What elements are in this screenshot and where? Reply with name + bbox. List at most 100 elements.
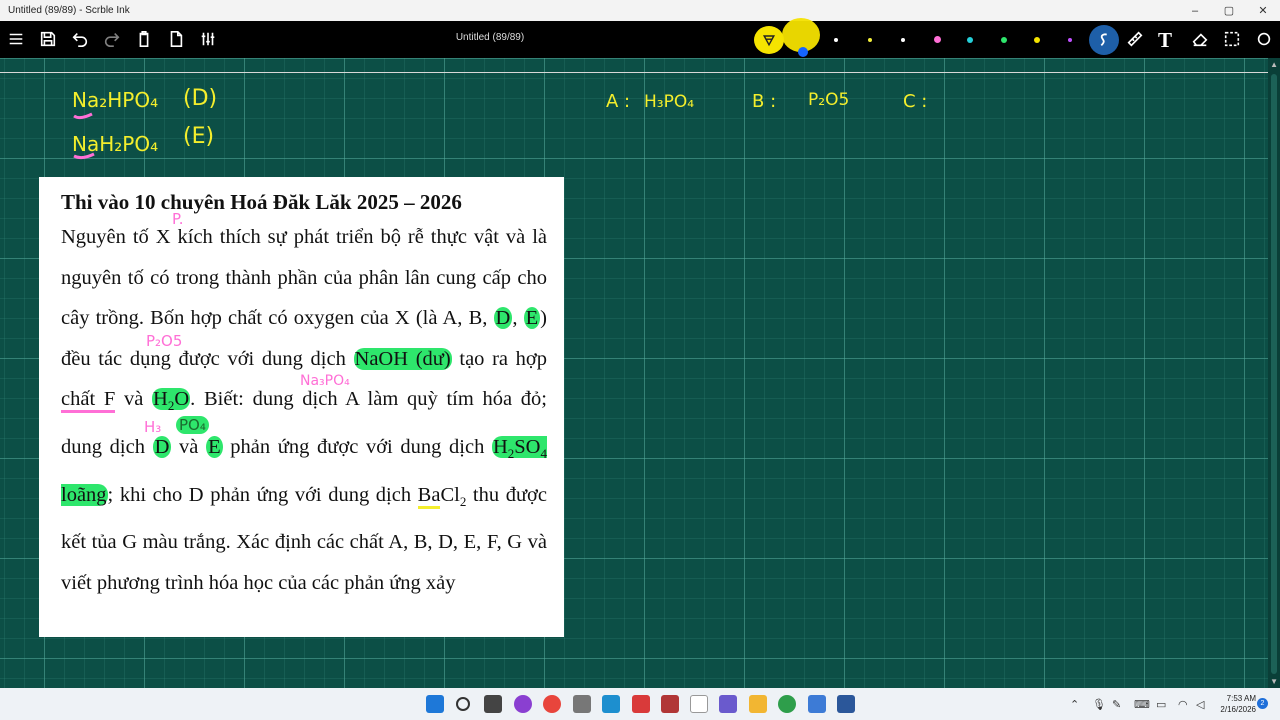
- question-text: và: [115, 388, 153, 411]
- highlight-chat-f: chất F: [61, 388, 116, 414]
- window-title: Untitled (89/89) - Scrble Ink: [8, 5, 130, 16]
- clock[interactable]: 7:53 AM 2/16/2026: [1210, 693, 1256, 715]
- handwritten-h3-note: H₃: [144, 418, 162, 436]
- pen-color-pink[interactable]: [934, 36, 941, 43]
- pen-tool-button[interactable]: [1089, 25, 1119, 55]
- eraser-icon[interactable]: [1190, 29, 1210, 49]
- volume-icon[interactable]: ◁: [1196, 698, 1204, 711]
- scroll-up-arrow-icon[interactable]: ▲: [1270, 60, 1278, 69]
- app-icon-3[interactable]: [632, 695, 650, 713]
- question-card: Thi vào 10 chuyên Hoá Đăk Lăk 2025 – 202…: [39, 177, 564, 637]
- maximize-button[interactable]: ▢: [1212, 4, 1246, 17]
- question-text: và: [171, 436, 207, 459]
- pen-color-yellow[interactable]: [1034, 37, 1040, 43]
- app-icon-2[interactable]: [573, 695, 591, 713]
- keyboard-icon[interactable]: ⌨: [1134, 698, 1150, 711]
- app-icon-1[interactable]: [514, 695, 532, 713]
- pen-color-cyan[interactable]: [967, 37, 973, 43]
- search-icon[interactable]: [456, 697, 470, 711]
- word-icon[interactable]: [837, 695, 855, 713]
- start-icon[interactable]: [426, 695, 444, 713]
- paste-icon[interactable]: [134, 29, 154, 49]
- highlight-naoh: NaOH (dư): [353, 347, 452, 370]
- save-icon[interactable]: [38, 29, 58, 49]
- task-view-icon[interactable]: [484, 695, 502, 713]
- handwritten-x-note: P.: [172, 210, 184, 228]
- h2so4-so: SO: [514, 436, 541, 459]
- question-text: tạo ra hợp: [451, 347, 548, 370]
- select-icon[interactable]: [1222, 29, 1242, 49]
- bacl2-cl: Cl: [440, 483, 460, 506]
- display-icon[interactable]: ▭: [1156, 698, 1166, 711]
- window-title-bar: Untitled (89/89) - Scrble Ink – ▢ ✕: [0, 0, 1280, 21]
- handwritten-po4-note: PO₄: [176, 416, 209, 434]
- redo-icon[interactable]: [102, 29, 122, 49]
- pen-color-green[interactable]: [1001, 37, 1007, 43]
- text-tool-button[interactable]: T: [1158, 28, 1172, 53]
- h2so4-h: H: [492, 436, 508, 459]
- pink-underline-marks: [73, 112, 95, 160]
- highlight-e: E: [523, 307, 541, 330]
- new-page-icon[interactable]: [166, 29, 186, 49]
- question-text: ,: [512, 307, 524, 330]
- app-icon-4[interactable]: [661, 695, 679, 713]
- tray-chevron-icon[interactable]: ⌃: [1070, 698, 1079, 711]
- pen-color-white-2[interactable]: [901, 38, 905, 42]
- pen-color-purple[interactable]: [1068, 38, 1072, 42]
- menu-icon[interactable]: [6, 29, 26, 49]
- ruler-icon[interactable]: [1125, 29, 1145, 49]
- highlight-ba: Ba: [417, 483, 441, 509]
- h2o-o: O: [174, 388, 190, 411]
- handwritten-na3po4-note: Na₃PO₄: [300, 373, 350, 389]
- handwritten-a-label: A :: [606, 91, 631, 112]
- pen-color-yellow-light[interactable]: [868, 38, 872, 42]
- handwritten-e-label: (E): [183, 124, 215, 149]
- app-icon-7[interactable]: [808, 695, 826, 713]
- handwritten-b-value: P₂O5: [808, 90, 850, 110]
- mouse-cursor: [798, 47, 808, 57]
- question-text: ; khi cho D phản ứng với dung dịch: [107, 483, 418, 506]
- minimize-button[interactable]: –: [1178, 5, 1212, 17]
- h2so4-sub2: 4: [540, 446, 548, 462]
- highlight-d: D: [493, 307, 513, 330]
- scroll-down-arrow-icon[interactable]: ▼: [1270, 677, 1278, 686]
- highlight-d2: D: [152, 436, 172, 459]
- highlighter-tool-button[interactable]: [754, 26, 784, 54]
- settings-sliders-icon[interactable]: [198, 29, 218, 49]
- close-button[interactable]: ✕: [1246, 4, 1280, 17]
- highlight-e2: E: [206, 436, 223, 459]
- question-text: phản ứng được với dung dịch: [222, 436, 492, 459]
- question-body: Nguyên tố X kích thích sự phát triển bộ …: [61, 217, 547, 604]
- vertical-scrollbar[interactable]: ▲ ▼: [1268, 58, 1280, 688]
- snip-icon[interactable]: [602, 695, 620, 713]
- notification-badge[interactable]: 2: [1257, 698, 1268, 709]
- undo-icon[interactable]: [70, 29, 90, 49]
- handwritten-c-label: C :: [903, 91, 928, 112]
- app-icon-5[interactable]: [719, 695, 737, 713]
- highlight-h2o: H2O: [152, 388, 191, 413]
- file-explorer-icon[interactable]: [749, 695, 767, 713]
- windows-taskbar: ⌃ 🎙 ✎ ⌨ ▭ ◠ ◁ 7:53 AM 2/16/2026 2: [0, 688, 1280, 720]
- zoom-icon[interactable]: [1254, 29, 1274, 49]
- app-icon-6[interactable]: [778, 695, 796, 713]
- notepad-icon[interactable]: [690, 695, 708, 713]
- question-text: Nguyên tố X kích thích sự phát triển bộ …: [61, 226, 547, 330]
- handwritten-a-value: H₃PO₄: [644, 92, 695, 112]
- page-top-line: [0, 72, 1268, 73]
- document-title: Untitled (89/89): [455, 32, 525, 43]
- scrollbar-thumb[interactable]: [1271, 74, 1277, 674]
- clock-time: 7:53 AM: [1226, 694, 1256, 703]
- wifi-icon[interactable]: ◠: [1178, 698, 1188, 711]
- drawing-canvas[interactable]: ▲ ▼ Na₂HPO₄ (D) NaH₂PO₄ (E) A : H₃PO₄ B …: [0, 58, 1280, 688]
- pen-tray-icon[interactable]: ✎: [1112, 698, 1121, 711]
- h2so4-loang: loãng: [61, 483, 107, 506]
- handwritten-b-label: B :: [752, 91, 777, 112]
- clock-date: 2/16/2026: [1220, 705, 1256, 714]
- handwritten-d-label: (D): [183, 86, 218, 111]
- microphone-icon[interactable]: 🎙: [1092, 698, 1106, 711]
- question-title: Thi vào 10 chuyên Hoá Đăk Lăk 2025 – 202…: [61, 190, 462, 214]
- handwritten-p2o5-note: P₂O5: [146, 332, 183, 350]
- h2o-h: H: [153, 388, 168, 411]
- pen-color-white[interactable]: [834, 38, 838, 42]
- chrome-icon[interactable]: [543, 695, 561, 713]
